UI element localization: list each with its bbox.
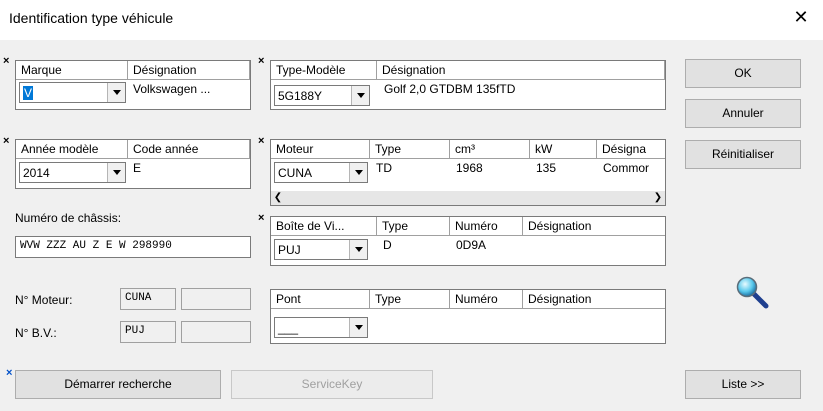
annee-grid: Année modèle Code année 2014 E (15, 139, 251, 189)
annee-code: E (133, 161, 142, 175)
moteur-cm3: 1968 (456, 161, 483, 175)
column-header[interactable]: Type (370, 290, 450, 309)
column-header[interactable]: Désigna (597, 140, 665, 159)
n-bv-label: N° B.V.: (15, 326, 57, 340)
required-marker: × (258, 135, 265, 147)
reset-button[interactable]: Réinitialiser (685, 140, 801, 169)
column-header[interactable]: Type (370, 140, 450, 159)
boite-numero: 0D9A (456, 238, 487, 252)
column-header[interactable]: kW (530, 140, 597, 159)
required-marker: × (258, 212, 265, 224)
chevron-down-icon[interactable] (349, 240, 367, 259)
marque-value: V (23, 86, 34, 100)
marque-designation: Volkswagen ... (133, 82, 211, 96)
start-search-button[interactable]: Démarrer recherche (15, 370, 221, 399)
column-header[interactable]: Code année (128, 140, 250, 159)
moteur-value: CUNA (278, 166, 313, 180)
pont-grid: Pont Type Numéro Désignation ___ (270, 289, 666, 344)
column-header[interactable]: Pont (271, 290, 370, 309)
column-header[interactable]: Désignation (523, 290, 665, 309)
boite-grid: Boîte de Vi... Type Numéro Désignation P… (270, 216, 666, 266)
column-header[interactable]: Désignation (128, 61, 250, 80)
boite-combo[interactable]: PUJ (274, 239, 368, 260)
pont-combo[interactable]: ___ (274, 317, 368, 338)
n-bv-field: PUJ (120, 321, 176, 343)
n-bv-extra-field (181, 321, 251, 343)
column-header[interactable]: cm³ (450, 140, 530, 159)
moteur-grid: Moteur Type cm³ kW Désigna CUNA TD 1968 … (270, 139, 666, 206)
marque-combo[interactable]: V (19, 82, 126, 103)
boite-value: PUJ (278, 243, 301, 257)
column-header[interactable]: Numéro (450, 217, 523, 236)
moteur-type: TD (376, 161, 392, 175)
chevron-down-icon[interactable] (349, 163, 367, 182)
list-button[interactable]: Liste >> (685, 370, 801, 399)
column-header[interactable]: Année modèle (16, 140, 128, 159)
type-modele-combo[interactable]: 5G188Y (274, 85, 370, 106)
scroll-right-icon[interactable]: ❯ (651, 191, 665, 205)
column-header[interactable]: Boîte de Vi... (271, 217, 377, 236)
chassis-label: Numéro de châssis: (15, 211, 122, 225)
scroll-left-icon[interactable]: ❮ (271, 191, 285, 205)
required-marker: × (3, 55, 10, 67)
required-marker: × (3, 135, 10, 147)
column-header[interactable]: Type (377, 217, 450, 236)
required-marker: × (6, 367, 13, 379)
magnifier-icon[interactable] (735, 275, 771, 311)
n-moteur-extra-field (181, 288, 251, 310)
type-modele-value: 5G188Y (278, 89, 323, 103)
boite-type: D (383, 238, 392, 252)
annee-combo[interactable]: 2014 (19, 162, 126, 183)
n-moteur-field: CUNA (120, 288, 176, 310)
type-modele-grid: Type-Modèle Désignation 5G188Y Golf 2,0 … (270, 60, 666, 110)
column-header[interactable]: Marque (16, 61, 128, 80)
column-header[interactable]: Type-Modèle (271, 61, 377, 80)
type-modele-designation: Golf 2,0 GTDBM 135fTD (384, 82, 516, 96)
pont-value: ___ (278, 321, 299, 335)
moteur-designation: Commor (603, 161, 650, 175)
close-icon[interactable]: ✕ (788, 5, 814, 29)
ok-button[interactable]: OK (685, 59, 801, 88)
window-title: Identification type véhicule (9, 10, 174, 26)
servicekey-button[interactable]: ServiceKey (231, 370, 433, 399)
column-header[interactable]: Désignation (523, 217, 665, 236)
column-header[interactable]: Désignation (377, 61, 665, 80)
chevron-down-icon[interactable] (107, 83, 125, 102)
annee-value: 2014 (23, 166, 50, 180)
chevron-down-icon[interactable] (349, 318, 367, 337)
chassis-input[interactable]: WVW ZZZ AU Z E W 298990 (15, 236, 251, 258)
chevron-down-icon[interactable] (107, 163, 125, 182)
n-moteur-label: N° Moteur: (15, 293, 73, 307)
cancel-button[interactable]: Annuler (685, 99, 801, 128)
chevron-down-icon[interactable] (351, 86, 369, 105)
moteur-combo[interactable]: CUNA (274, 162, 368, 183)
required-marker: × (258, 55, 265, 67)
column-header[interactable]: Numéro (450, 290, 523, 309)
moteur-kw: 135 (536, 161, 557, 175)
column-header[interactable]: Moteur (271, 140, 370, 159)
marque-grid: Marque Désignation V Volkswagen ... (15, 60, 251, 110)
horizontal-scrollbar[interactable]: ❮ ❯ (271, 191, 665, 205)
